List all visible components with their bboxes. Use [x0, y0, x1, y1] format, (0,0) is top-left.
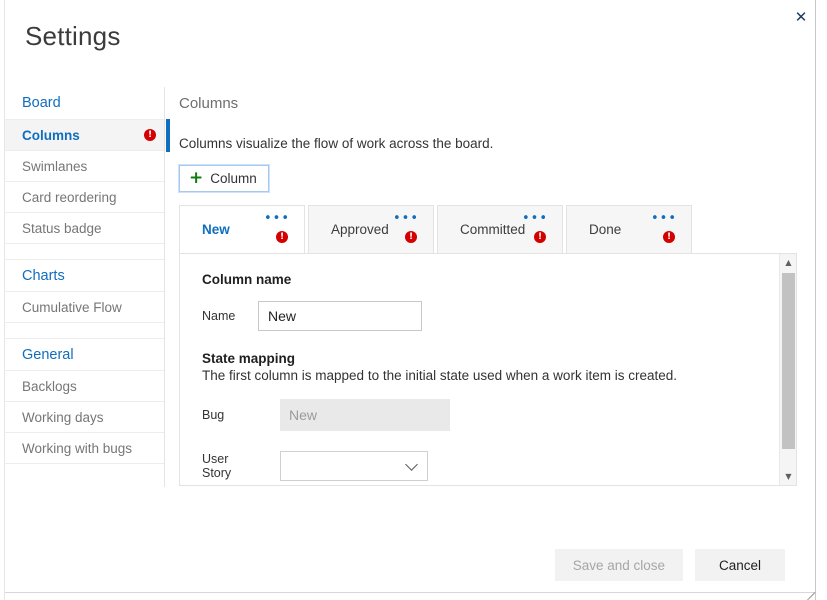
- ellipsis-icon[interactable]: •••: [651, 212, 677, 225]
- user-story-state-select[interactable]: [280, 451, 428, 481]
- error-icon: !: [144, 129, 156, 141]
- column-tab-done[interactable]: Done •••!: [566, 205, 692, 254]
- plus-icon: +: [189, 168, 204, 188]
- sidebar-item-label: Cumulative Flow: [22, 299, 122, 315]
- close-icon[interactable]: ✕: [787, 4, 815, 30]
- error-icon: !: [534, 231, 546, 243]
- column-tab-label: New: [202, 222, 230, 237]
- ellipsis-icon[interactable]: •••: [264, 212, 290, 225]
- settings-dialog: ✕ Settings Board Columns! Swimlanes Card re…: [0, 0, 827, 600]
- sidebar-item-label: Card reordering: [22, 189, 117, 205]
- user-story-field-row: User Story: [202, 451, 780, 481]
- settings-sidebar: Board Columns! Swimlanes Card reordering Sta…: [5, 87, 170, 472]
- sidebar-group-header-general: General: [5, 338, 164, 371]
- sidebar-item-working-with-bugs[interactable]: Working with bugs: [5, 433, 164, 464]
- sidebar-item-cumulative-flow[interactable]: Cumulative Flow: [5, 292, 164, 323]
- column-tab-label: Approved: [331, 222, 389, 237]
- column-tab-label: Committed: [460, 222, 526, 237]
- name-field-row: Name: [202, 301, 780, 331]
- bug-state-input: [280, 399, 450, 431]
- content-title: Columns: [179, 95, 239, 112]
- scroll-down-arrow[interactable]: ▼: [780, 468, 796, 485]
- name-field-label: Name: [202, 309, 236, 323]
- sidebar-item-status-badge[interactable]: Status badge: [5, 213, 164, 244]
- error-icon: !: [405, 231, 417, 243]
- content-description: Columns visualize the flow of work acros…: [179, 136, 494, 151]
- user-story-field-label: User Story: [202, 452, 232, 480]
- sidebar-item-card-reordering[interactable]: Card reordering: [5, 182, 164, 213]
- column-tab-approved[interactable]: Approved •••!: [308, 205, 434, 254]
- dialog-footer: Save and close Cancel: [5, 538, 815, 592]
- bug-field-label: Bug: [202, 408, 225, 422]
- add-column-button[interactable]: + Column: [178, 164, 270, 193]
- error-icon: !: [663, 231, 675, 243]
- window-right-gutter: [816, 0, 827, 600]
- sidebar-item-label: Columns: [22, 127, 80, 143]
- sidebar-group-header-charts: Charts: [5, 259, 164, 292]
- scroll-thumb[interactable]: [782, 273, 795, 449]
- sidebar-item-label: Working days: [22, 409, 104, 425]
- column-tab-strip: New •••! Approved •••! Committed •••! Done •••!: [179, 205, 697, 254]
- sidebar-item-columns[interactable]: Columns!: [5, 119, 170, 152]
- column-name-section-title: Column name: [202, 272, 292, 287]
- sidebar-item-working-days[interactable]: Working days: [5, 402, 164, 433]
- save-and-close-button[interactable]: Save and close: [554, 549, 683, 581]
- panel-scrollbar[interactable]: ▲ ▼: [779, 254, 796, 485]
- state-mapping-section-title: State mapping: [202, 351, 296, 366]
- sidebar-item-label: Working with bugs: [22, 440, 133, 456]
- sidebar-item-label: Status badge: [22, 220, 102, 236]
- sidebar-divider: [164, 87, 165, 487]
- column-settings-panel: Column name Name State mapping The first…: [179, 253, 797, 486]
- column-tab-committed[interactable]: Committed •••!: [437, 205, 563, 254]
- sidebar-item-backlogs[interactable]: Backlogs: [5, 371, 164, 402]
- window-bottom-border: [5, 592, 815, 593]
- column-tab-label: Done: [589, 222, 622, 237]
- ellipsis-icon[interactable]: •••: [393, 212, 419, 225]
- content-header: Columns Columns visualize the flow of wo…: [178, 95, 804, 193]
- bug-field-row: Bug: [202, 399, 780, 431]
- column-tab-new[interactable]: New •••!: [179, 205, 305, 254]
- error-icon: !: [276, 231, 288, 243]
- column-name-input[interactable]: [258, 301, 422, 331]
- sidebar-group-header-board: Board: [5, 87, 164, 120]
- sidebar-item-swimlanes[interactable]: Swimlanes: [5, 151, 164, 182]
- resize-grip[interactable]: [803, 581, 816, 600]
- sidebar-item-label: Backlogs: [22, 378, 77, 394]
- scroll-up-arrow[interactable]: ▲: [780, 254, 796, 271]
- state-mapping-description: The first column is mapped to the initia…: [202, 368, 677, 383]
- ellipsis-icon[interactable]: •••: [522, 212, 548, 225]
- page-title: Settings: [25, 21, 121, 51]
- sidebar-item-label: Swimlanes: [22, 158, 88, 174]
- add-column-label: Column: [210, 171, 257, 186]
- cancel-button[interactable]: Cancel: [695, 549, 785, 581]
